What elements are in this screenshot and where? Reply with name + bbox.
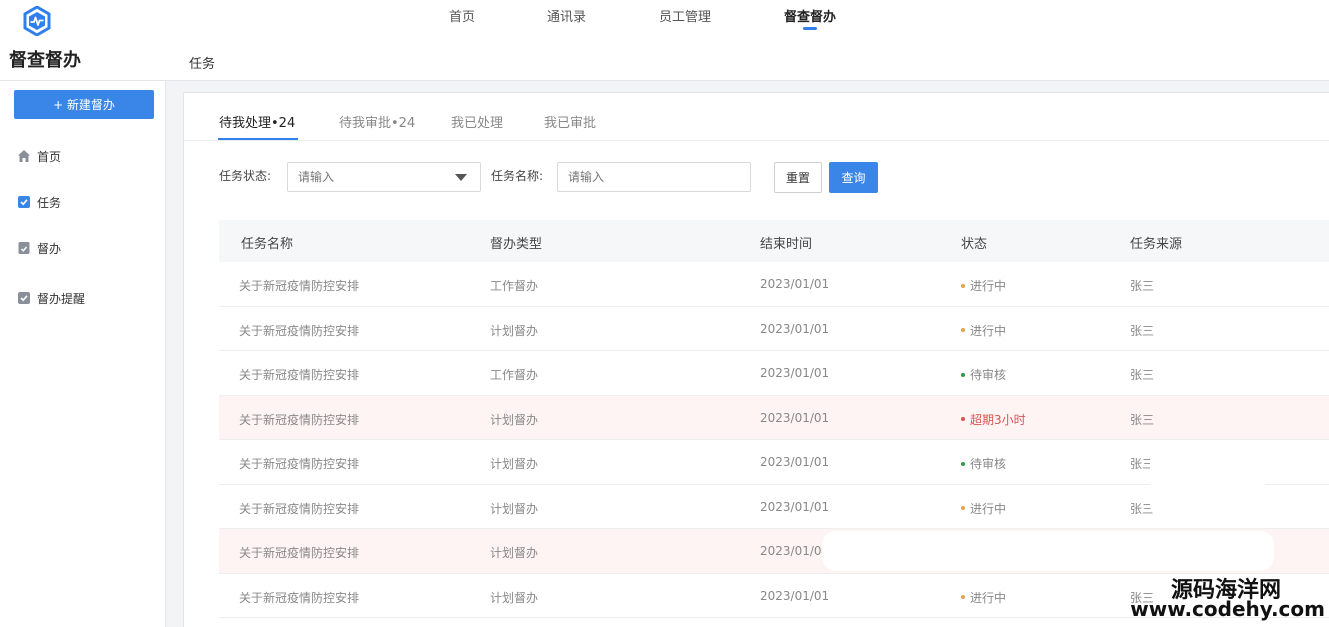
cell-task-source: 张三: [1130, 368, 1155, 382]
top-bar: 督查督办 首页 通讯录 员工管理 督查督办 任务: [0, 0, 1329, 81]
cell-task-name: 关于新冠疫情防控安排: [239, 546, 360, 560]
status-badge: 进行中: [961, 589, 1006, 606]
table-row[interactable]: 关于新冠疫情防控安排 工作督办 2023/01/01 进行中 张三: [219, 262, 1329, 307]
sidebar-item-task[interactable]: 任务: [17, 193, 61, 211]
status-badge: 进行中: [961, 277, 1006, 294]
tab-active-indicator: [218, 138, 298, 140]
status-dot-icon: [961, 372, 965, 377]
home-icon: [17, 149, 31, 163]
cell-task-source: 张三: [1130, 279, 1155, 293]
cell-end-time: 2023/01/01: [760, 277, 830, 291]
cell-task-name: 关于新冠疫情防控安排: [239, 590, 360, 605]
topnav-contacts[interactable]: 通讯录: [547, 6, 586, 25]
status-text: 待审核: [970, 457, 1007, 471]
status-filter-label: 任务状态:: [219, 169, 272, 183]
app-title: 督查督办: [9, 50, 81, 71]
cell-end-time: 2023/01/01: [760, 410, 830, 425]
status-text: 超期3小时: [970, 412, 1026, 427]
column-header-task-source: 任务来源: [1130, 237, 1183, 252]
tab-approved[interactable]: 我已审批: [544, 112, 596, 131]
status-badge: 待审核: [961, 366, 1006, 383]
topnav-staff-management[interactable]: 员工管理: [659, 6, 711, 25]
sidebar-item-supervise[interactable]: 督办: [17, 239, 61, 257]
sidebar-item-label: 督办: [37, 241, 62, 256]
status-text: 进行中: [970, 323, 1007, 338]
cell-end-time: 2023/01/01: [760, 321, 830, 336]
task-name-input[interactable]: [557, 162, 751, 192]
cell-task-name: 关于新冠疫情防控安排: [239, 457, 360, 471]
table-header: 任务名称 督办类型 结束时间 状态 任务来源: [219, 220, 1329, 262]
cell-task-name: 关于新冠疫情防控安排: [239, 279, 360, 293]
new-supervision-button[interactable]: + 新建督办: [14, 90, 154, 119]
cell-supervise-type: 计划督办: [490, 412, 539, 427]
cell-supervise-type: 计划督办: [490, 590, 539, 605]
caret-down-icon[interactable]: [455, 174, 467, 181]
cell-task-source: 张三: [1130, 412, 1155, 427]
sidebar-item-label: 首页: [37, 149, 62, 164]
cell-task-name: 关于新冠疫情防控安排: [239, 412, 360, 427]
topnav-supervision[interactable]: 督查督办: [784, 6, 836, 25]
topnav-home[interactable]: 首页: [449, 6, 475, 25]
reset-button[interactable]: 重置: [774, 162, 822, 193]
cell-supervise-type: 计划督办: [490, 457, 539, 471]
sidebar: + 新建督办 首页 任务 督办 督办提醒: [0, 81, 166, 627]
cell-end-time: 2023/01/01: [760, 588, 830, 603]
column-header-supervise-type: 督办类型: [490, 237, 543, 252]
cell-supervise-type: 工作督办: [490, 368, 539, 382]
cell-end-time: 2023/01/01: [760, 366, 830, 380]
document-icon: [17, 241, 31, 255]
task-tabs: 待我处理•24 待我审批•24 我已处理 我已审批: [184, 93, 1329, 141]
tab-pending-handle[interactable]: 待我处理•24: [219, 112, 295, 131]
cell-task-name: 关于新冠疫情防控安排: [239, 323, 360, 338]
cell-task-name: 关于新冠疫情防控安排: [239, 368, 360, 382]
sidebar-item-label: 督办提醒: [37, 291, 86, 306]
sidebar-item-home[interactable]: 首页: [17, 147, 61, 165]
name-filter-label: 任务名称:: [491, 169, 544, 183]
top-nav: 首页 通讯录 员工管理 督查督办: [0, 6, 1329, 36]
sidebar-item-label: 任务: [37, 195, 62, 210]
sidebar-item-supervise-reminder[interactable]: 督办提醒: [17, 289, 85, 307]
white-overlay: [822, 531, 1274, 571]
checkbox-icon: [17, 291, 31, 305]
status-select[interactable]: [287, 162, 481, 192]
status-badge: 待审核: [961, 455, 1006, 472]
status-dot-icon: [961, 595, 965, 599]
status-badge: 超期3小时: [961, 411, 1026, 428]
column-header-task-name: 任务名称: [241, 237, 294, 252]
status-badge: 进行中: [961, 322, 1006, 339]
cell-supervise-type: 计划督办: [490, 546, 539, 560]
table-row[interactable]: 关于新冠疫情防控安排 计划督办 2023/01/01 进行中 张三: [219, 307, 1329, 351]
status-text: 进行中: [970, 590, 1007, 605]
status-text: 进行中: [970, 279, 1007, 293]
status-dot-icon: [961, 461, 965, 466]
cell-supervise-type: 计划督办: [490, 323, 539, 338]
status-badge: 进行中: [961, 500, 1006, 517]
table-row[interactable]: 关于新冠疫情防控安排 计划督办 2023/01/01 超期3小时 张三: [219, 395, 1329, 440]
table-row[interactable]: 关于新冠疫情防控安排 工作督办 2023/01/01 待审核 张三: [219, 351, 1329, 396]
status-dot-icon: [961, 417, 965, 421]
status-select-input[interactable]: [287, 162, 481, 192]
query-button[interactable]: 查询: [829, 162, 878, 193]
tab-pending-approve[interactable]: 待我审批•24: [339, 112, 415, 131]
checkbox-icon: [17, 195, 31, 209]
column-header-end-time: 结束时间: [760, 237, 813, 252]
topnav-active-indicator: [803, 27, 817, 30]
status-text: 进行中: [970, 501, 1007, 516]
status-dot-icon: [961, 506, 965, 510]
cell-supervise-type: 计划督办: [490, 501, 539, 516]
breadcrumb: 任务: [189, 57, 216, 72]
cell-end-time: 2023/01/01: [760, 455, 830, 469]
cell-supervise-type: 工作督办: [490, 279, 539, 293]
cell-end-time: 2023/01/0: [760, 544, 822, 558]
watermark-url: www.codehy.com: [1130, 597, 1325, 621]
cell-task-source: 张三: [1130, 323, 1155, 338]
status-dot-icon: [961, 283, 965, 288]
status-text: 待审核: [970, 368, 1007, 382]
cell-task-name: 关于新冠疫情防控安排: [239, 501, 360, 516]
cell-end-time: 2023/01/01: [760, 499, 830, 514]
tab-handled[interactable]: 我已处理: [451, 112, 503, 131]
white-overlay: [1150, 447, 1265, 519]
column-header-status: 状态: [961, 237, 988, 252]
status-dot-icon: [961, 328, 965, 332]
